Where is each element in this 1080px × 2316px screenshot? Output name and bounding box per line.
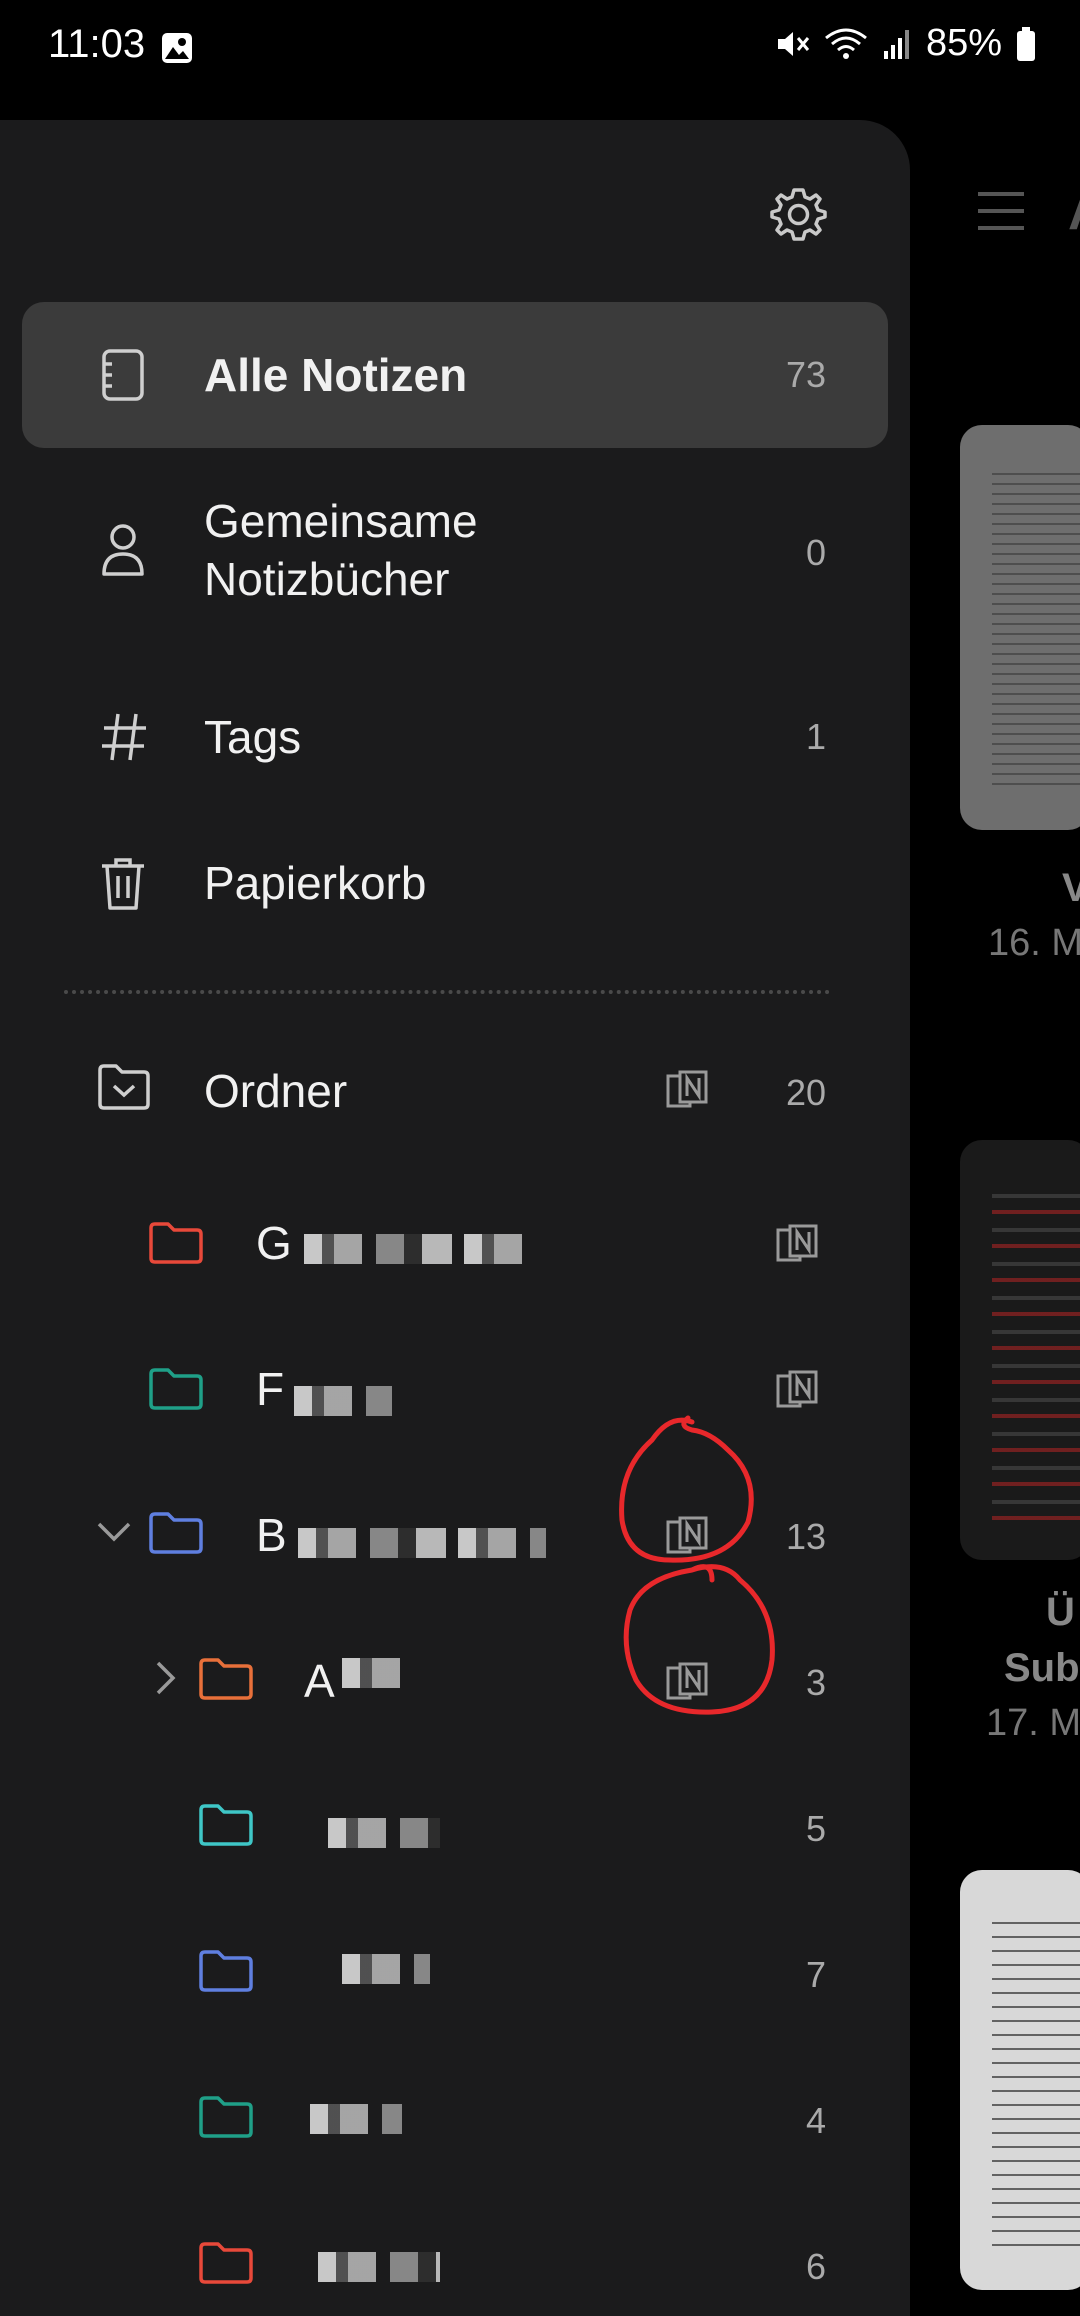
red-annotation-circles [619, 1415, 775, 1715]
chevron-right-icon[interactable] [154, 1660, 178, 1696]
folder-cyan-icon [199, 1804, 253, 1846]
folder-orange-icon [199, 1658, 253, 1700]
folder-item-blue-redacted [330, 1954, 430, 1984]
note-card-1-date: 16. M [988, 922, 1080, 964]
notebook-icon [102, 349, 144, 401]
folder-item-red[interactable]: 6 [0, 2212, 910, 2312]
folder-green-icon [149, 1368, 203, 1410]
person-icon [102, 524, 144, 576]
nav-shared-count: 0 [805, 532, 826, 573]
folder-item-a-redacted [330, 1658, 400, 1688]
settings-gear-icon[interactable] [768, 184, 828, 244]
hash-icon [102, 713, 146, 761]
folder-item-blue-count: 7 [805, 1954, 826, 1995]
folder-item-red-redacted [306, 2252, 440, 2282]
folder-item-g-redacted [292, 1234, 532, 1264]
wifi-icon [825, 28, 867, 59]
gallery-notification-icon [162, 33, 192, 63]
folder-red-icon [199, 2242, 253, 2284]
nav-shared-label-line2: Notizbücher [204, 553, 450, 605]
folder-item-f-redacted [282, 1386, 392, 1416]
trash-icon [102, 858, 144, 910]
nav-shared-notebooks[interactable]: Gemeinsame Notizbücher 0 [0, 488, 910, 618]
folder-blue-icon [199, 1950, 253, 1992]
folder-red-icon [149, 1222, 203, 1264]
folder-item-b-label: B [256, 1509, 287, 1561]
status-bar: 11:03 85% [0, 0, 1080, 95]
nav-shared-label-line1: Gemeinsame [204, 495, 478, 547]
onenote-sync-icon[interactable] [776, 1224, 818, 1264]
onenote-sync-icon[interactable] [776, 1370, 818, 1410]
chevron-down-icon[interactable] [96, 1520, 132, 1544]
nav-folders-header[interactable]: Ordner 20 [0, 1036, 910, 1146]
folder-blue-icon [149, 1512, 203, 1554]
folder-item-cyan-redacted [316, 1818, 440, 1848]
folder-item-green-count: 4 [805, 2100, 826, 2141]
navigation-drawer: Alle Notizen 73 Gemeinsame Notizbücher 0… [0, 120, 910, 2316]
onenote-sync-icon[interactable] [666, 1070, 708, 1110]
folder-item-red-count: 6 [805, 2246, 826, 2287]
mute-icon [777, 31, 810, 56]
bg-header-title: A [1068, 182, 1080, 242]
note-card-1-title: V [1062, 866, 1080, 910]
nav-tags-count: 1 [805, 716, 826, 757]
folder-item-blue[interactable]: 7 [0, 1920, 910, 2020]
folder-item-cyan-count: 5 [805, 1808, 826, 1849]
battery-percentage: 85% [925, 22, 1002, 64]
note-card-2[interactable] [960, 1140, 1080, 1560]
status-time: 11:03 [48, 22, 146, 66]
battery-icon [1017, 26, 1035, 61]
folder-item-g-label: G [256, 1217, 292, 1269]
nav-all-notes-count: 73 [785, 354, 826, 395]
note-card-3[interactable] [960, 1870, 1080, 2290]
menu-icon[interactable] [978, 190, 1024, 232]
nav-folders-count: 20 [785, 1072, 826, 1113]
folder-item-f-label: F [256, 1363, 285, 1415]
nav-trash[interactable]: Papierkorb [0, 836, 910, 936]
folder-item-a-count: 3 [805, 1662, 826, 1703]
nav-tags-label: Tags [204, 711, 302, 763]
note-card-1[interactable] [960, 425, 1080, 830]
nav-folders-label: Ordner [204, 1065, 348, 1117]
nav-trash-label: Papierkorb [204, 857, 427, 909]
folder-item-g[interactable]: G [0, 1190, 910, 1290]
drawer-divider [64, 990, 830, 994]
folder-green-icon [199, 2096, 253, 2138]
folder-item-green[interactable]: 4 [0, 2066, 910, 2166]
folder-check-icon [98, 1064, 150, 1110]
note-card-2-date: 17. M [986, 1702, 1080, 1744]
folder-item-green-redacted [298, 2104, 402, 2134]
folder-item-b-redacted [286, 1528, 546, 1558]
nav-all-notes[interactable]: Alle Notizen 73 [0, 302, 910, 448]
note-card-2-title-line1: Ü [1046, 1590, 1075, 1634]
note-card-2-title-line2: Sub [1004, 1646, 1080, 1690]
folder-item-cyan[interactable]: 5 [0, 1774, 910, 1874]
nav-tags[interactable]: Tags 1 [0, 690, 910, 790]
signal-icon [883, 29, 909, 59]
nav-all-notes-label: Alle Notizen [204, 349, 468, 401]
